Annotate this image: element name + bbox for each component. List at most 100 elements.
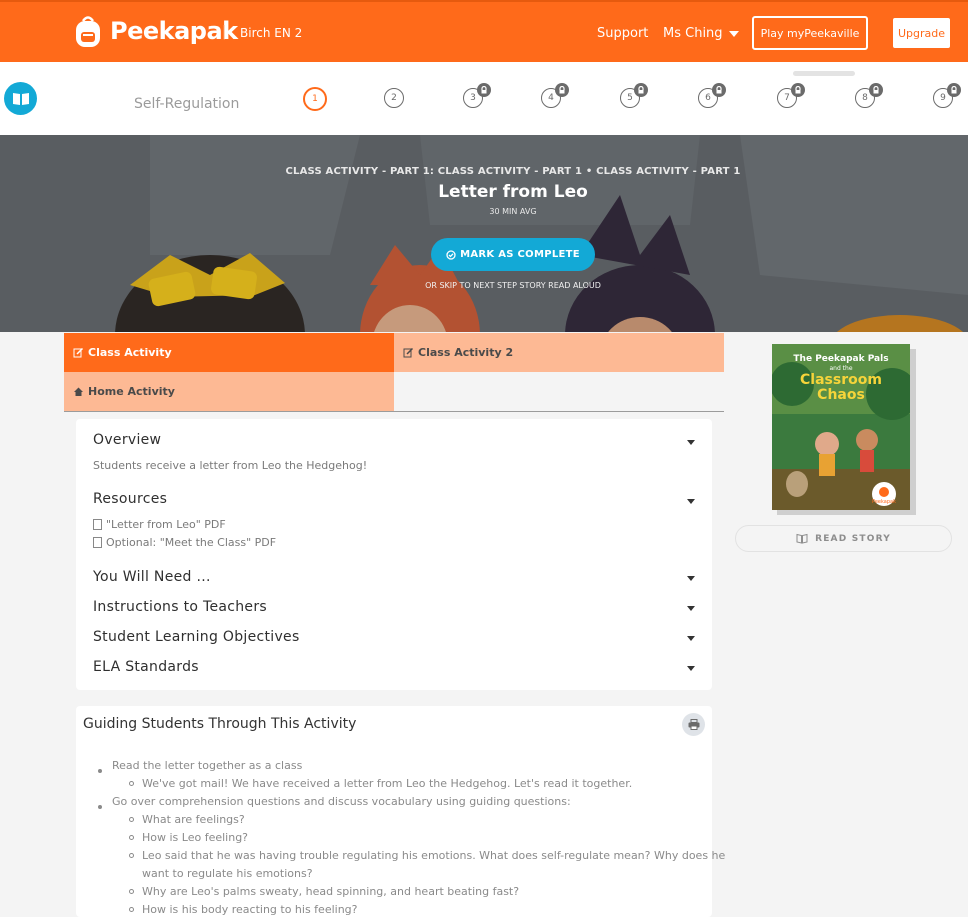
chevron-down-icon[interactable] [687,499,695,504]
book-cover[interactable]: The Peekapak Pals and the Classroom Chao… [772,344,910,510]
file-icon [93,519,102,530]
open-book-icon [12,92,29,105]
tab-label: Class Activity 2 [418,346,514,359]
tab-home-activity[interactable]: Home Activity [64,372,394,411]
home-icon [74,387,83,396]
bullet [98,769,102,773]
user-menu[interactable]: Ms Ching [663,26,739,41]
mark-complete-button[interactable]: MARK AS COMPLETE [431,238,595,271]
tab-class-activity-2[interactable]: Class Activity 2 [394,333,724,372]
tab-label: Class Activity [88,346,172,359]
resource-label: Optional: "Meet the Class" PDF [106,536,277,549]
list-item: Why are Leo's palms sweaty, head spinnin… [142,885,520,898]
resources-title[interactable]: Resources [93,491,167,507]
cover-and-the: and the [829,365,853,372]
brand-name: Peekapak [110,17,238,45]
cover-title-line-1: Classroom [800,372,882,388]
sub-bullet [129,835,134,840]
list-item: How is his body reacting to his feeling? [142,903,358,916]
lock-icon [555,83,569,97]
step-number: 9 [940,93,946,103]
list-item: How is Leo feeling? [142,831,249,844]
overview-text: Students receive a letter from Leo the H… [93,459,368,472]
read-story-button[interactable]: READ STORY [735,525,952,552]
mark-complete-label: MARK AS COMPLETE [460,249,580,260]
tab-divider [64,411,724,412]
learning-objectives-title[interactable]: Student Learning Objectives [93,629,300,645]
step-number: 4 [548,93,554,103]
step-number: 5 [627,93,633,103]
peekapak-logo[interactable]: Peekapak [74,14,238,48]
step-4[interactable]: 4 [541,83,569,108]
instructions-title[interactable]: Instructions to Teachers [93,599,267,615]
you-will-need-title[interactable]: You Will Need ... [93,569,211,585]
sub-bullet [129,781,134,786]
activity-hero: CLASS ACTIVITY - PART 1: CLASS ACTIVITY … [0,135,968,332]
list-item-continued: want to regulate his emotions? [142,867,313,880]
step-8[interactable]: 8 [855,83,883,108]
play-mypeekaville-button[interactable]: Play myPeekaville [752,16,868,50]
class-name[interactable]: Birch EN 2 [240,26,302,40]
chevron-down-icon[interactable] [687,636,695,641]
bullet [98,805,102,809]
print-button[interactable] [682,713,705,736]
overview-title[interactable]: Overview [93,432,161,448]
chevron-down-icon[interactable] [687,606,695,611]
printer-icon [688,719,699,730]
ela-standards-title[interactable]: ELA Standards [93,659,199,675]
header-separator: | [222,24,227,40]
step-number: 1 [312,94,318,104]
lock-icon [947,83,961,97]
cover-series: The Peekapak Pals [793,354,889,364]
lock-icon [477,83,491,97]
guide-title: Guiding Students Through This Activity [83,716,357,732]
chevron-down-icon[interactable] [687,440,695,445]
step-7[interactable]: 7 [777,83,805,108]
support-link[interactable]: Support [597,26,648,41]
sub-bullet [129,907,134,912]
edit-icon [403,347,414,358]
step-number: 6 [705,93,711,103]
activity-kicker: CLASS ACTIVITY - PART 1: CLASS ACTIVITY … [285,166,741,177]
backpack-logo-icon [74,14,102,48]
step-2[interactable]: 2 [384,88,404,108]
step-number: 8 [862,93,868,103]
skip-to-next-link[interactable]: OR SKIP TO NEXT STEP STORY READ ALOUD [0,281,968,290]
chevron-down-icon[interactable] [687,666,695,671]
resource-link[interactable]: Optional: "Meet the Class" PDF [93,536,276,549]
cover-title-line-2: Chaos [817,387,865,403]
read-story-label: READ STORY [815,533,891,544]
list-item: We've got mail! We have received a lette… [142,777,633,790]
sub-bullet [129,817,134,822]
book-icon [796,533,808,544]
check-circle-icon [446,249,456,260]
book-menu-button[interactable] [4,82,37,115]
step-5[interactable]: 5 [620,83,648,108]
step-scroll-indicator [793,71,855,76]
step-6[interactable]: 6 [698,83,726,108]
step-3[interactable]: 3 [463,83,491,108]
user-name: Ms Ching [663,26,723,41]
upgrade-button[interactable]: Upgrade [893,18,950,48]
hero-background-illustration [0,135,968,332]
resource-link[interactable]: "Letter from Leo" PDF [93,518,226,531]
file-icon [93,537,102,548]
edit-icon [73,347,84,358]
top-navbar: Peekapak | Birch EN 2 Support Ms Ching P… [0,0,968,62]
lock-icon [634,83,648,97]
lock-icon [791,83,805,97]
activity-details-card: Overview Students receive a letter from … [76,419,712,690]
tab-class-activity[interactable]: Class Activity [64,333,394,372]
step-9[interactable]: 9 [933,83,961,108]
sub-bullet [129,853,134,858]
unit-title: Self-Regulation [134,96,240,112]
sub-bullet [129,889,134,894]
tab-label: Home Activity [88,385,175,398]
step-1[interactable]: 1 [303,87,327,111]
cover-brand: Peekapak [872,499,896,505]
chevron-down-icon[interactable] [687,576,695,581]
step-number: 3 [470,93,476,103]
resource-label: "Letter from Leo" PDF [106,518,226,531]
list-item: Go over comprehension questions and disc… [112,795,571,808]
activity-title: Letter from Leo [438,182,588,202]
